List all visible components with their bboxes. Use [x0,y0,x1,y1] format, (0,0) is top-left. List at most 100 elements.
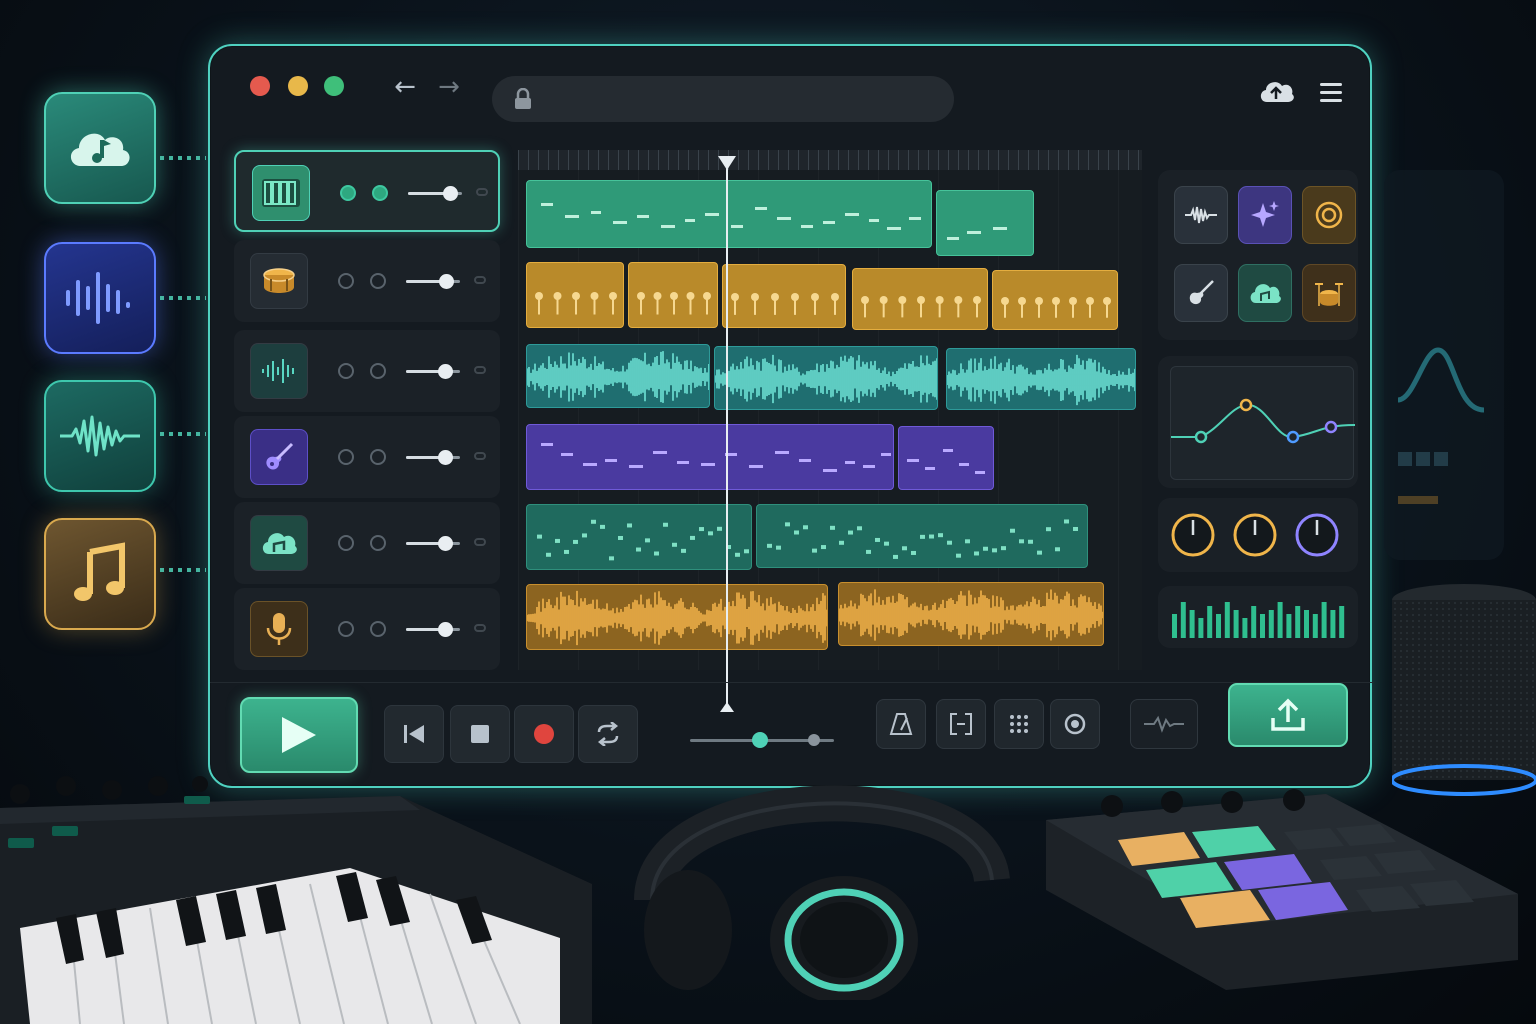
midi-clip[interactable] [526,424,894,490]
instrument-slot[interactable] [1302,264,1356,322]
waveform-view-button[interactable] [1130,699,1198,749]
music-note-source-icon[interactable] [44,518,156,630]
close-button[interactable] [250,76,270,96]
solo-button[interactable] [370,535,386,551]
instrument-slot[interactable] [1302,186,1356,244]
solo-button[interactable] [370,621,386,637]
minimize-button[interactable] [288,76,308,96]
solo-button[interactable] [370,449,386,465]
track-row[interactable] [234,330,500,412]
url-bar[interactable] [492,76,954,122]
track-row[interactable] [234,240,500,322]
track-instrument-button[interactable] [252,165,310,221]
audio-clip[interactable] [946,348,1136,410]
midi-notes [541,443,891,472]
audio-clip[interactable] [714,346,938,410]
rewind-button[interactable] [384,705,444,763]
record-button[interactable] [514,705,574,763]
arrow-right-icon: → [438,72,460,102]
instrument-slot[interactable] [1174,186,1228,244]
track-row[interactable] [234,502,500,584]
track-instrument-button[interactable] [250,253,308,309]
pan-knob[interactable] [1232,512,1278,558]
volume-slider[interactable] [406,622,460,637]
menu-icon[interactable] [1320,82,1342,102]
track-row[interactable] [234,416,500,498]
volume-slider[interactable] [406,450,460,465]
solo-button[interactable] [372,185,388,201]
mute-button[interactable] [338,535,354,551]
mute-button[interactable] [340,185,356,201]
midi-clip[interactable] [756,504,1088,568]
midi-clip[interactable] [526,180,932,248]
drum-clip[interactable] [992,270,1118,330]
maximize-button[interactable] [324,76,344,96]
track-instrument-button[interactable] [250,343,308,399]
forward-button[interactable]: → [432,70,466,104]
solo-button[interactable] [370,273,386,289]
export-button[interactable] [1228,683,1348,747]
track-toggle[interactable] [474,452,486,460]
eq-node[interactable] [1194,430,1208,444]
drum-hits [731,293,839,315]
eq-graph[interactable] [1170,366,1355,480]
audio-clip[interactable] [526,344,710,408]
track-toggle[interactable] [476,188,488,196]
instrument-slot[interactable] [1238,264,1292,322]
loop-button[interactable] [578,705,638,763]
track-toggle[interactable] [474,538,486,546]
arrangement-area[interactable] [518,150,1142,670]
stop-button[interactable] [450,705,510,763]
settings-button[interactable] [1050,699,1100,749]
tempo-knob[interactable] [752,732,768,748]
track-instrument-button[interactable] [250,429,308,485]
eq-node[interactable] [1239,398,1253,412]
volume-slider[interactable] [406,364,460,379]
mute-button[interactable] [338,363,354,379]
mute-button[interactable] [338,621,354,637]
volume-slider[interactable] [408,186,462,201]
track-instrument-button[interactable] [250,515,308,571]
grid-button[interactable] [994,699,1044,749]
gain-knob[interactable] [1170,512,1216,558]
audio-clip[interactable] [838,582,1104,646]
waveform-source-icon[interactable] [44,380,156,492]
playhead[interactable] [726,158,728,710]
fx-knob[interactable] [1294,512,1340,558]
mute-button[interactable] [338,449,354,465]
eq-node[interactable] [1324,420,1338,434]
solo-button[interactable] [370,363,386,379]
drum-clip[interactable] [722,264,846,328]
track-row[interactable] [234,588,500,670]
midi-clip[interactable] [936,190,1034,256]
track-toggle[interactable] [474,624,486,632]
track-row[interactable] [234,150,500,232]
drum-clip[interactable] [628,262,718,328]
metronome-button[interactable] [876,699,926,749]
eq-node[interactable] [1286,430,1300,444]
tempo-slider[interactable] [690,732,834,748]
tempo-end-knob[interactable] [808,734,820,746]
audio-clip[interactable] [526,584,828,650]
track-toggle[interactable] [474,276,486,284]
snap-button[interactable] [936,699,986,749]
track-instrument-button[interactable] [250,601,308,657]
instrument-slot[interactable] [1238,186,1292,244]
volume-slider[interactable] [406,274,460,289]
track-toggle[interactable] [474,366,486,374]
mute-button[interactable] [338,273,354,289]
cloud-music-source-icon[interactable] [44,92,156,204]
volume-slider[interactable] [406,536,460,551]
microphone-icon [266,613,292,645]
cloud-upload-icon[interactable] [1258,78,1294,106]
audio-bars-source-icon[interactable] [44,242,156,354]
midi-clip[interactable] [898,426,994,490]
drum-clip[interactable] [852,268,988,330]
instrument-slot[interactable] [1174,264,1228,322]
midi-clip[interactable] [526,504,752,570]
eq-panel [1158,356,1358,488]
back-button[interactable]: ← [388,70,422,104]
drum-clip[interactable] [526,262,624,328]
timeline-ruler[interactable] [518,150,1142,170]
drum-icon [263,268,295,293]
